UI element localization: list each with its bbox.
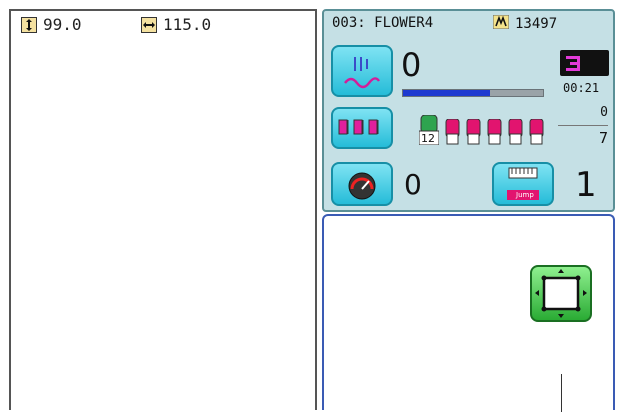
spool-icon: [487, 118, 502, 145]
spool-icon: [445, 118, 460, 145]
elapsed-time: 00:21: [563, 81, 600, 95]
stitch-count-icon: [492, 14, 510, 33]
fraction-divider: [558, 125, 608, 126]
right-panel: 003: FLOWER4 13497 0 00:21 12 0 7 0 Jump…: [322, 9, 615, 412]
design-preview: [322, 214, 615, 412]
spool-icon-current: 12: [418, 114, 440, 146]
design-name: 003: FLOWER4: [332, 15, 434, 31]
stitch-counter: 0: [401, 46, 422, 84]
stitch-count: 13497: [492, 14, 558, 33]
height-value: 99.0: [43, 15, 82, 34]
needle-position-line: [561, 374, 562, 412]
speed-button[interactable]: [331, 162, 393, 206]
color-counter: 0 7: [558, 105, 608, 153]
width-value: 115.0: [163, 15, 212, 34]
horizontal-arrow-icon: [141, 16, 157, 33]
height-dimension: 99.0: [21, 15, 82, 34]
stitch-progress-button[interactable]: [331, 45, 393, 97]
stitch-count-value: 13497: [515, 16, 558, 32]
jump-value: 1: [575, 165, 597, 205]
width-dimension: 115.0: [141, 15, 211, 34]
spool-icon: [529, 118, 544, 145]
frame-trace-icon: [535, 269, 587, 318]
vertical-arrow-icon: [21, 16, 37, 33]
color-change-button[interactable]: [331, 107, 393, 149]
spool-icon: [466, 118, 481, 145]
trace-frame-button[interactable]: [530, 265, 592, 322]
progress-bar: [402, 89, 544, 97]
jump-button[interactable]: Jump: [492, 162, 554, 206]
color-sequence-icon: [338, 119, 379, 135]
current-spool-label: 12: [421, 132, 435, 145]
current-color: 0: [600, 105, 608, 120]
spool-icon: [508, 118, 523, 145]
speedometer-icon: [348, 172, 376, 200]
left-panel: 99.0 115.0: [9, 9, 317, 410]
status-panel: 003: FLOWER4 13497 0 00:21 12 0 7 0 Jump…: [322, 9, 615, 212]
machine-status-display: [560, 50, 609, 76]
stitch-needle-icon: [344, 57, 380, 89]
needle-mode-icon: [566, 56, 580, 71]
progress-fill: [403, 90, 490, 96]
speed-value: 0: [404, 168, 422, 201]
total-colors: 7: [598, 129, 608, 147]
jump-icon-label: Jump: [516, 191, 534, 199]
